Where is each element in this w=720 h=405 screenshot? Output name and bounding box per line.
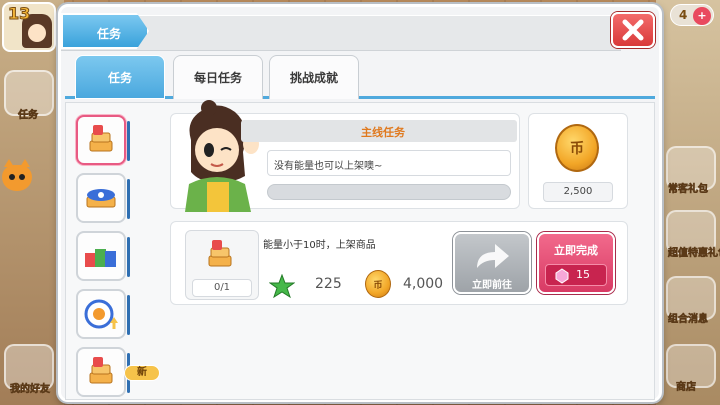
forward-arrow-icon	[477, 244, 509, 268]
plus-icon[interactable]: +	[693, 7, 711, 25]
sub-task-exp-reward: 225	[315, 276, 342, 292]
right-top-counter[interactable]: 4 +	[670, 4, 714, 26]
complete-now-cost-amount: 15	[576, 268, 590, 281]
right-side-label: 组合消息	[668, 314, 709, 326]
right-side-label: 常客礼包	[668, 184, 709, 196]
plate-upgrade-icon	[84, 299, 118, 329]
main-task-reward: 币 2,500	[528, 113, 628, 209]
pink-gem-icon	[555, 268, 569, 284]
item-scroll-indicator	[127, 237, 130, 277]
sub-task-description: 能量小于10时，上架商品	[263, 240, 376, 251]
right-side-label: 商店	[676, 382, 697, 394]
friends-button[interactable]: 我的好友	[4, 344, 54, 395]
close-button[interactable]	[611, 12, 655, 48]
task-dialog: 任务 任务 每日任务 挑战成就 新 主线任务 没有能量也可以上架噢~ 币 2,5…	[58, 4, 662, 402]
left-side-task-label: 任务	[18, 110, 39, 122]
main-task-progress-bar	[267, 184, 511, 200]
gear-shelf-icon	[86, 189, 116, 208]
main-task-title: 主线任务	[361, 126, 405, 139]
gold-coin-icon: 币	[555, 124, 599, 172]
main-task-reward-amount: 2,500	[543, 182, 613, 202]
dialog-title: 任务	[97, 27, 122, 41]
tab-daily-tasks[interactable]: 每日任务	[173, 55, 263, 99]
green-star-exp-icon	[269, 274, 295, 298]
task-item-5[interactable]	[76, 347, 130, 397]
left-side-task-button[interactable]: 任务	[4, 70, 54, 121]
sub-task-item-box: 0/1	[185, 230, 259, 300]
character-girl-avatar	[185, 100, 259, 212]
item-scroll-indicator	[127, 295, 130, 335]
go-now-button[interactable]: 立即前往	[453, 232, 531, 294]
right-side-button-regular-gift[interactable]: 常客礼包	[666, 146, 716, 195]
main-task-description: 没有能量也可以上架噢~	[274, 161, 383, 172]
item-scroll-indicator	[127, 121, 130, 161]
task-item-2[interactable]	[76, 173, 130, 223]
cat-eye-right	[19, 174, 25, 180]
friends-label: 我的好友	[10, 384, 51, 396]
main-task-header: 主线任务	[241, 120, 517, 142]
gold-coin-icon: 币	[365, 270, 391, 298]
new-badge: 新	[124, 365, 160, 381]
go-now-label: 立即前往	[472, 280, 512, 291]
task-item-3[interactable]	[76, 231, 130, 281]
right-side-button-shop[interactable]: 商店	[666, 344, 716, 393]
product-stack-icon	[89, 125, 113, 152]
player-level: 13	[7, 4, 31, 24]
task-item-1[interactable]	[76, 115, 130, 165]
player-level-avatar[interactable]: 13	[2, 2, 56, 52]
item-scroll-indicator	[127, 179, 130, 219]
task-content-area: 新 主线任务 没有能量也可以上架噢~ 币 2,500 0/1 能量小于10时，上…	[65, 100, 655, 400]
tab-bar: 任务 每日任务 挑战成就	[65, 55, 655, 99]
complete-now-label: 立即完成	[554, 244, 598, 257]
complete-now-cost: 15	[545, 264, 607, 286]
task-item-4[interactable]	[76, 289, 130, 339]
main-task-panel: 主线任务 没有能量也可以上架噢~	[170, 100, 520, 212]
sub-task-gold-reward: 4,000	[403, 276, 444, 292]
close-icon	[622, 19, 644, 41]
right-side-button-combo[interactable]: 组合消息	[666, 276, 716, 325]
right-side-label: 超值特惠礼包	[668, 248, 720, 260]
right-top-count: 4	[679, 8, 688, 22]
main-task-description-box: 没有能量也可以上架噢~	[267, 150, 511, 176]
sub-task-item	[200, 235, 240, 275]
product-stack-icon	[208, 240, 232, 267]
number-blocks-icon	[85, 249, 116, 267]
tab-tasks[interactable]: 任务	[75, 55, 165, 99]
product-stack-icon	[89, 357, 113, 384]
task-item-list	[68, 107, 130, 397]
dialog-title-ribbon: 任务	[61, 13, 149, 49]
right-side-button-special-offer[interactable]: 超值特惠礼包	[666, 210, 720, 259]
complete-now-button[interactable]: 立即完成 15	[537, 232, 615, 294]
cat-mascot-icon[interactable]	[2, 159, 32, 191]
sub-task-count: 0/1	[192, 279, 252, 297]
cat-eye-left	[9, 174, 15, 180]
tab-challenge-achievements[interactable]: 挑战成就	[269, 55, 359, 99]
sub-task-row: 0/1 能量小于10时，上架商品 225 币 4,000 立即前往 立即完成 1…	[170, 221, 628, 305]
